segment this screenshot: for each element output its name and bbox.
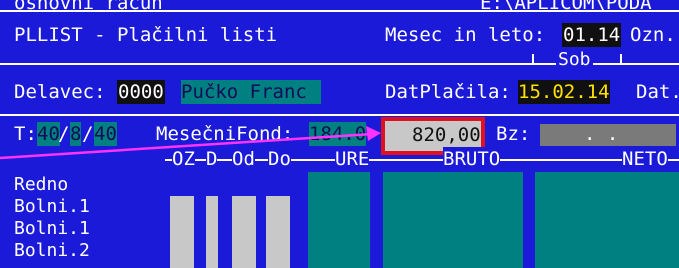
col-neto: NETO (622, 147, 668, 171)
row-label-2: Bolni.1 (14, 196, 90, 217)
mesec-input[interactable]: 01.14 (562, 23, 622, 47)
mesecni-fond-value[interactable]: 184.0 (309, 122, 367, 146)
sob-tick-right (620, 54, 622, 64)
oz-field-column[interactable] (170, 196, 194, 268)
dat-label: Dat. (636, 81, 679, 103)
col-do: Do (268, 147, 291, 171)
t-value-2[interactable]: 8 (70, 122, 82, 146)
datplacila-label: DatPlačila: (385, 81, 511, 103)
mesec-label: Mesec in leto: (385, 24, 546, 46)
delavec-label: Delavec: (14, 81, 106, 103)
od-field-column[interactable] (232, 196, 256, 268)
t-value-3[interactable]: 40 (94, 122, 117, 146)
t-label: T: (14, 123, 37, 145)
terminal-screen: osnovni racun E:\APLICOM\PODA PLLIST - P… (0, 0, 679, 268)
do-field-column[interactable] (266, 196, 290, 268)
bz-label: Bz: (496, 123, 531, 145)
amount-input[interactable]: 820,00 (412, 123, 481, 147)
d-field-column[interactable] (206, 196, 218, 268)
t-separator-1: / (58, 123, 70, 145)
datplacila-input[interactable]: 15.02.14 (518, 80, 610, 104)
col-od: Od (232, 147, 255, 171)
delavec-code-input[interactable]: 0000 (117, 80, 165, 104)
bz-input-value: . . (584, 123, 619, 145)
top-fragment-left: osnovni racun (14, 0, 163, 14)
sob-tick-left (532, 54, 534, 64)
bruto-field-column[interactable] (383, 172, 523, 268)
t-separator-2: / (82, 123, 94, 145)
col-ure: URE (335, 147, 370, 171)
mesecni-fond-label: MesečniFond: (156, 123, 294, 145)
top-fragment-right: E:\APLICOM\PODA (480, 0, 652, 14)
row-label-1: Redno (14, 174, 69, 195)
section-divider-2 (0, 114, 679, 116)
delavec-name-field: Pučko Franc (181, 80, 321, 104)
t-value-1[interactable]: 40 (37, 122, 60, 146)
app-title: PLLIST - Plačilni listi (14, 24, 278, 46)
ozn-label: Ozn. (630, 24, 676, 46)
sob-label: Sob (556, 48, 593, 72)
col-bruto: BRUTO (443, 147, 501, 171)
col-d: D (206, 147, 218, 171)
row-label-4: Bolni.2 (14, 240, 90, 261)
ure-field-column[interactable] (308, 172, 370, 268)
row-label-3: Bolni.1 (14, 218, 90, 239)
neto-field-column[interactable] (535, 172, 679, 268)
col-oz: OZ (172, 147, 195, 171)
